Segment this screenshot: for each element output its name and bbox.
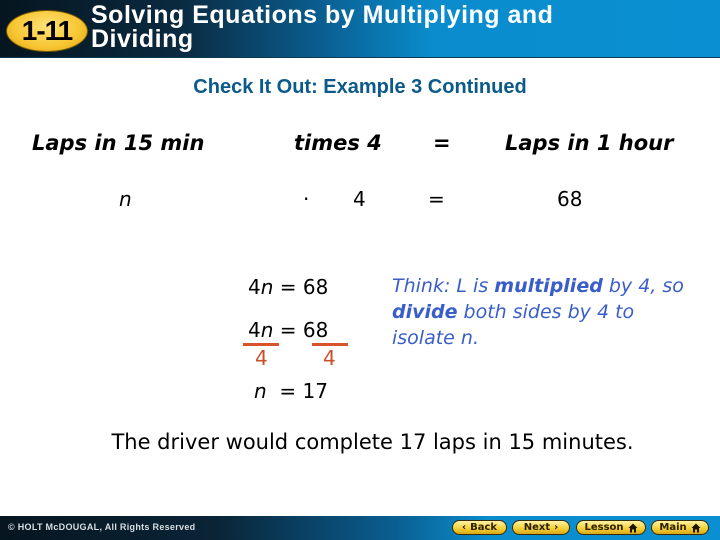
step3-var: n: [254, 379, 267, 403]
lesson-title-line1: Solving Equations by Multiplying and: [91, 1, 554, 29]
value-equals: =: [428, 187, 445, 211]
step1-right: 68: [302, 275, 329, 299]
value-68: 68: [557, 187, 583, 211]
lesson-number: 1-11: [21, 15, 73, 46]
conclusion-text: The driver would complete 17 laps in 15 …: [111, 430, 634, 454]
value-n: n: [119, 187, 132, 211]
step2-equals: =: [279, 318, 297, 342]
back-label: Back: [470, 522, 498, 533]
divisor-left: 4: [255, 346, 268, 370]
lesson-title-line2: Dividing: [91, 25, 194, 53]
footer-bar: © HOLT McDOUGAL, All Rights Reserved ‹ B…: [0, 516, 720, 540]
lesson-button[interactable]: Lesson: [576, 520, 646, 535]
think-bold-multiplied: multiplied: [494, 275, 603, 297]
equation-step3: n = 17: [254, 379, 328, 403]
value-dot: ·: [303, 187, 310, 211]
step1-var: n: [260, 275, 274, 299]
home-icon: [628, 523, 638, 532]
header-laps-1-hour: Laps in 1 hour: [505, 131, 674, 155]
lesson-number-badge: 1-11: [6, 10, 88, 52]
step3-equals: =: [279, 379, 297, 403]
copyright-text: © HOLT McDOUGAL, All Rights Reserved: [8, 522, 196, 532]
think-note: Think: L is multiplied by 4, so divide b…: [392, 273, 692, 351]
subtitle-text: Check It Out: Example 3 Continued: [193, 76, 527, 98]
next-label: Next: [523, 522, 551, 533]
lesson-label: Lesson: [584, 522, 624, 533]
main-button[interactable]: Main: [651, 520, 709, 535]
think-text-2: by 4, so: [602, 275, 684, 297]
step2-coef: 4: [248, 318, 261, 342]
step1-coef: 4: [248, 275, 261, 299]
step1-equals: =: [279, 275, 297, 299]
header-laps-15-min: Laps in 15 min: [32, 131, 205, 155]
divisor-right: 4: [323, 346, 336, 370]
chevron-right-icon: ›: [554, 522, 559, 533]
think-text-1: Think: L is: [392, 275, 495, 297]
header-bar: 1-11 Solving Equations by Multiplying an…: [0, 0, 720, 58]
home-icon: [691, 523, 701, 532]
equation-step2: 4n = 68: [248, 318, 328, 342]
equation-step1: 4n = 68: [248, 275, 328, 299]
next-button[interactable]: Next ›: [512, 520, 570, 535]
think-bold-divide: divide: [392, 301, 458, 323]
header-equals: =: [433, 131, 451, 155]
slide-subtitle: Check It Out: Example 3 Continued: [0, 76, 720, 99]
step3-right: 17: [302, 379, 328, 403]
back-button[interactable]: ‹ Back: [452, 520, 507, 535]
step2-right: 68: [302, 318, 329, 342]
value-4: 4: [353, 187, 366, 211]
header-times-4: times 4: [294, 131, 382, 155]
lesson-title: Solving Equations by Multiplying and Div…: [91, 1, 711, 53]
chevron-left-icon: ‹: [461, 522, 467, 533]
main-label: Main: [659, 522, 687, 533]
step2-var: n: [260, 318, 274, 342]
